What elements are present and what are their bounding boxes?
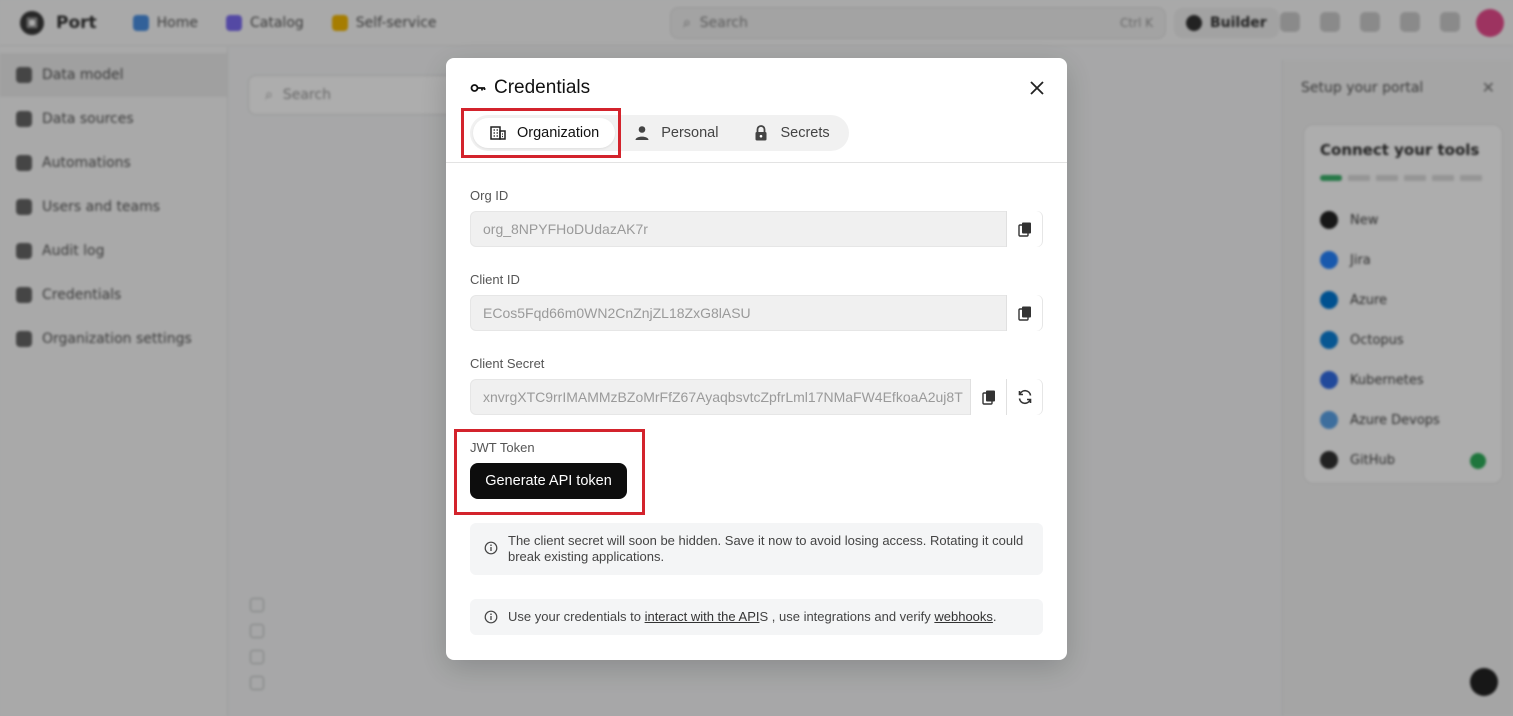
client-id-input[interactable] — [471, 296, 1006, 330]
key-icon — [470, 84, 486, 92]
tab-personal[interactable]: Personal — [617, 118, 734, 148]
org-id-label: Org ID — [470, 188, 509, 203]
modal-title: Credentials — [494, 77, 591, 98]
close-icon[interactable] — [1028, 79, 1046, 97]
info-icon — [484, 541, 498, 555]
usage-text: Use your credentials to interact with th… — [508, 609, 997, 624]
secret-warning-text: The client secret will soon be hidden. S… — [508, 533, 1024, 564]
org-id-input[interactable] — [471, 212, 1006, 246]
generate-api-token-button[interactable]: Generate API token — [470, 463, 627, 499]
refresh-icon — [1018, 389, 1031, 405]
usage-notice: Use your credentials to interact with th… — [470, 599, 1043, 635]
divider — [446, 162, 1067, 163]
client-id-label: Client ID — [470, 272, 520, 287]
copy-icon — [981, 390, 995, 405]
rotate-secret-button[interactable] — [1006, 379, 1042, 415]
api-link[interactable]: interact with the API — [645, 609, 760, 624]
credentials-tabs: Organization Personal Secrets — [470, 115, 849, 151]
copy-org-id-button[interactable] — [1006, 211, 1042, 247]
tab-secrets[interactable]: Secrets — [736, 118, 845, 148]
copy-icon — [1017, 222, 1031, 237]
client-secret-field — [470, 379, 1043, 415]
copy-icon — [1017, 306, 1031, 321]
credentials-modal: Credentials Organization Personal Secret… — [446, 58, 1067, 660]
org-id-field — [470, 211, 1043, 247]
client-secret-input[interactable] — [471, 380, 970, 414]
building-icon — [490, 126, 506, 140]
secret-warning-notice: The client secret will soon be hidden. S… — [470, 523, 1043, 575]
copy-client-secret-button[interactable] — [970, 379, 1006, 415]
person-icon — [635, 126, 649, 140]
client-secret-label: Client Secret — [470, 356, 545, 371]
modal-header: Credentials — [470, 77, 590, 99]
jwt-token-label: JWT Token — [470, 440, 535, 455]
client-id-field — [470, 295, 1043, 331]
lock-icon — [755, 125, 767, 141]
webhooks-link[interactable]: webhooks — [934, 609, 993, 624]
copy-client-id-button[interactable] — [1006, 295, 1042, 331]
tab-organization[interactable]: Organization — [473, 118, 616, 148]
info-icon — [484, 610, 498, 624]
